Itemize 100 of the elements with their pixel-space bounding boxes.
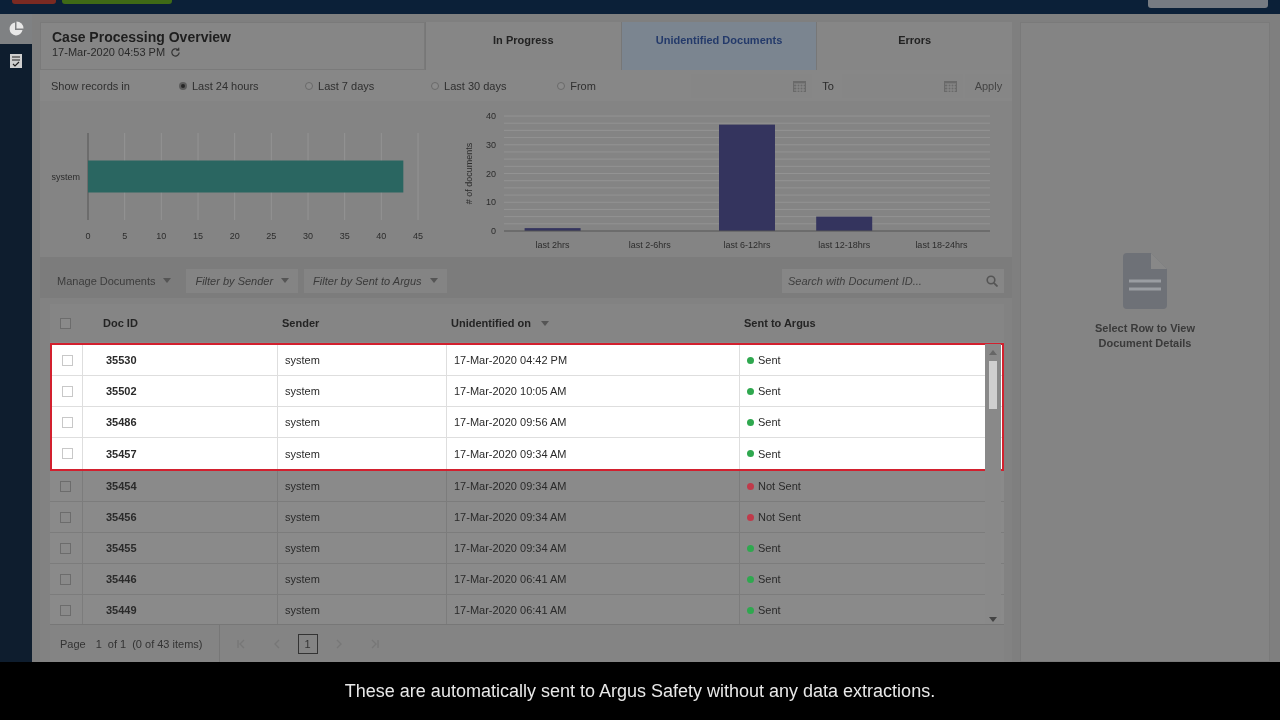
timestamp: 17-Mar-2020 04:53 PM [52,46,166,58]
tick-label: 10 [486,197,496,208]
table-cell: 17-Mar-2020 09:34 AM [446,471,739,502]
toolbar-button[interactable] [12,0,56,4]
checkbox[interactable] [62,448,73,460]
pager-label: of 1 [107,637,127,650]
table-cell: 35502 [82,376,277,407]
table-cell: system [277,407,446,438]
table-cell: system [277,438,446,470]
calendar-icon[interactable] [793,79,807,92]
axis-label: last 6-12hrs [723,240,771,251]
tick-label: 10 [156,231,167,242]
bar [524,228,581,232]
checkbox[interactable] [60,573,71,585]
table-cell: system [277,502,446,533]
radio-label: Last 30 days [444,79,507,92]
calendar-icon[interactable] [943,79,957,92]
checkbox[interactable] [62,385,73,397]
settings-button[interactable] [1148,0,1268,8]
item-count: (0 of 43 items) [132,637,203,650]
status-text: Sent [758,447,781,460]
column-header[interactable]: Sender [282,317,320,330]
table-cell: 35456 [82,502,277,533]
tick-label: 20 [229,231,240,242]
table-cell: 17-Mar-2020 09:34 AM [446,533,739,564]
checkbox[interactable] [60,604,71,616]
tick-label: 40 [376,231,387,242]
checkbox[interactable] [60,480,71,492]
toolbar-button[interactable] [62,0,172,4]
status-text: Sent [758,385,781,398]
dropdown[interactable]: Filter by Sent to Argus [304,268,447,293]
table-cell: 17-Mar-2020 04:42 PM [446,345,739,376]
status-text: Not Sent [758,511,801,524]
table-cell: system [277,471,446,502]
tick-label: 20 [486,168,496,179]
table-cell: 17-Mar-2020 09:34 AM [446,438,739,470]
page-field[interactable]: 1 [95,637,102,650]
table-cell: 17-Mar-2020 09:56 AM [446,407,739,438]
tick-label: 0 [85,231,91,242]
table-cell: 35454 [82,471,277,502]
scroll-thumb[interactable] [989,361,997,410]
tick-label: 30 [486,140,496,151]
tick-label: 5 [122,231,128,242]
axis-title: # of documents [464,143,474,205]
tick-label: 25 [266,231,277,242]
radio-button[interactable] [305,81,313,90]
table-cell: 35446 [82,564,277,595]
status-text: Sent [758,354,781,367]
tick-label: 45 [413,231,423,242]
axis-label: last 2-6hrs [628,240,671,251]
checkbox[interactable] [62,416,73,428]
column-header[interactable]: Doc ID [103,317,138,330]
table-cell: system [277,345,446,376]
tick-label: 30 [303,231,313,242]
table-cell: system [277,376,446,407]
radio-label: Last 24 hours [191,79,259,92]
checkbox[interactable] [60,542,71,554]
empty-state-message: Select Row to View Document Details [1093,321,1197,351]
page-button[interactable]: 1 [297,633,318,654]
search-field[interactable]: Search with Document ID... [782,268,1004,293]
table-cell: system [277,564,446,595]
dropdown[interactable]: Filter by Sender [186,268,299,293]
tick-label: 40 [486,111,496,122]
table-cell: 35530 [82,345,277,376]
axis-label: last 12-18hrs [818,240,871,251]
tab[interactable]: Errors [816,22,1012,71]
radio-button[interactable] [178,81,187,90]
page-title: Case Processing Overview [52,29,232,45]
caret-icon [163,278,172,284]
axis-label: last 18-24hrs [915,240,968,251]
tab[interactable]: Unidentified Documents [620,22,817,71]
document-icon [1123,253,1167,309]
search-icon[interactable] [986,274,998,287]
table-cell: 17-Mar-2020 10:05 AM [446,376,739,407]
table-cell: 35486 [82,407,277,438]
scroll-up-icon[interactable] [989,350,997,356]
radio-label: Last 7 days [318,79,375,92]
column-header[interactable]: Sent to Argus [744,317,816,330]
checkbox[interactable] [62,354,73,366]
tick-label: 35 [339,231,350,242]
pager-label: Page [60,637,86,650]
status-text: Not Sent [758,480,801,493]
status-text: Sent [758,573,781,586]
table-cell: 35455 [82,533,277,564]
radio-button[interactable] [557,81,566,90]
caret-icon [541,320,550,326]
status-text: Sent [758,542,781,555]
axis-label: last 2hrs [535,240,570,251]
checkbox[interactable] [60,317,71,329]
checkbox[interactable] [60,511,71,523]
column-header[interactable]: Unidentified on [451,317,532,330]
refresh-icon[interactable] [170,46,182,58]
radio-button[interactable] [431,81,440,90]
scrollbar[interactable] [985,344,1001,625]
tab[interactable]: In Progress [425,22,621,71]
radio-label: From [570,79,596,92]
axis-label: system [51,171,80,182]
table-cell: system [277,533,446,564]
tick-label: 15 [193,231,203,242]
filter-label: To [822,79,834,92]
